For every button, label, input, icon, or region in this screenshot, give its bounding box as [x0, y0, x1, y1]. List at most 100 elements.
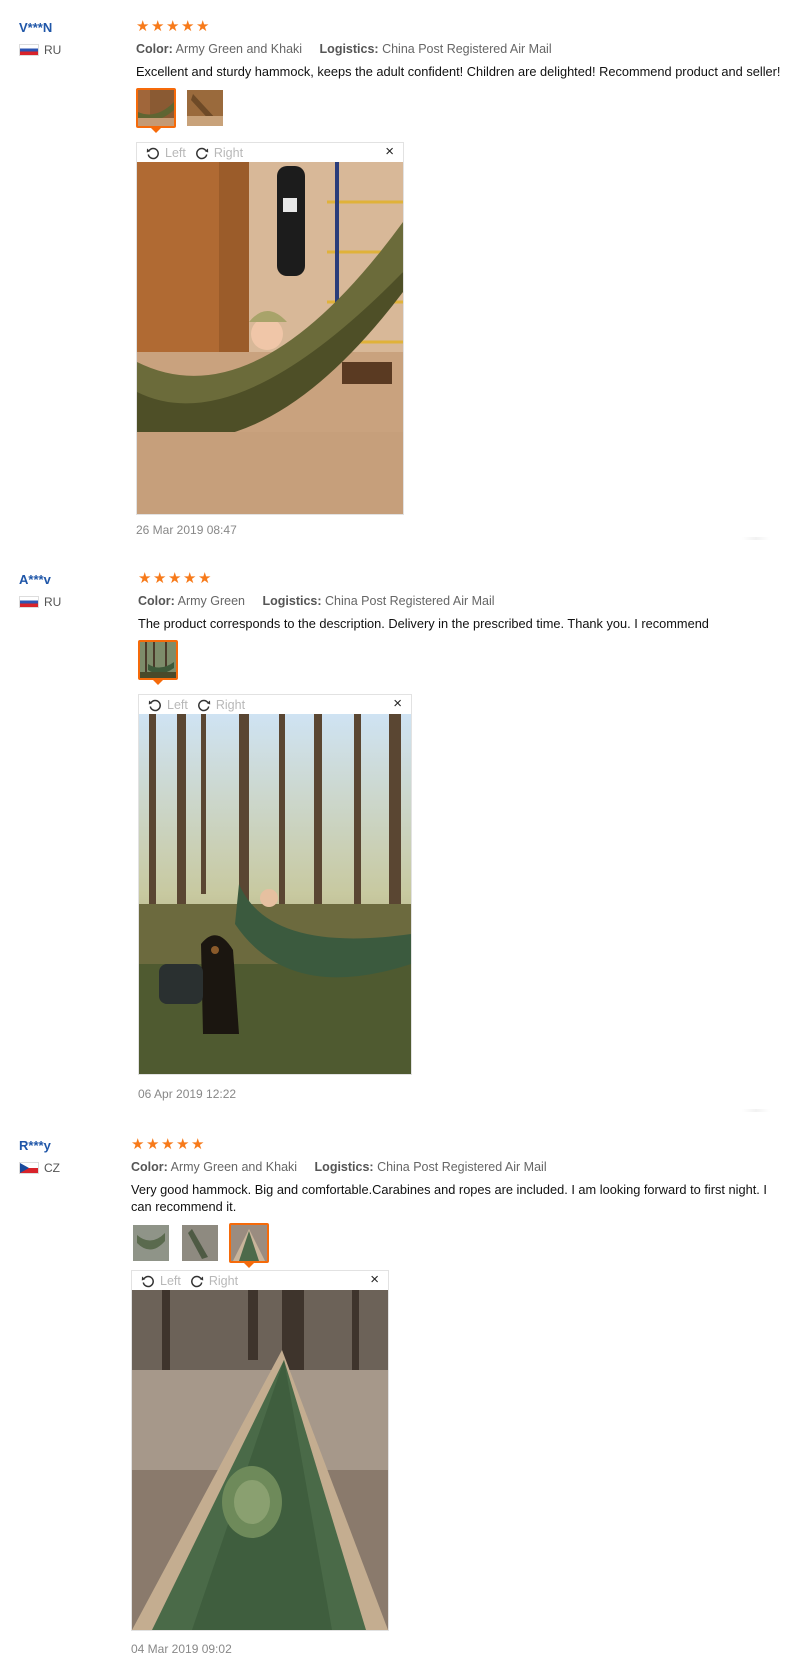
rotate-left-button[interactable]: Left: [148, 698, 188, 712]
star-icon: ★: [196, 18, 210, 35]
czech-flag-icon: [19, 1162, 39, 1174]
rotate-left-label: Left: [160, 1273, 181, 1288]
viewer-toolbar: Left Right ×: [137, 143, 403, 162]
close-icon[interactable]: ×: [393, 696, 402, 712]
star-icon: ★: [151, 18, 165, 35]
country-code: RU: [44, 43, 62, 57]
rotate-right-label: Right: [213, 145, 244, 160]
reviewer-name[interactable]: R***y: [19, 1137, 119, 1155]
review-item: A***v RU ★ ★ ★ ★ ★ Color: Army Green Log…: [0, 570, 800, 1101]
photo-thumbnails: [138, 640, 788, 685]
divider: [742, 537, 770, 540]
viewer-toolbar: Left Right ×: [132, 1271, 388, 1290]
reviewer-name[interactable]: V***N: [19, 19, 119, 37]
rotate-left-label: Left: [167, 697, 188, 712]
star-icon: ★: [161, 1136, 175, 1153]
rotate-left-button[interactable]: Left: [146, 146, 186, 160]
review-content: ★ ★ ★ ★ ★ Color: Army Green Logistics: C…: [138, 570, 788, 685]
rotate-right-icon: [195, 147, 209, 159]
review-date: 06 Apr 2019 12:22: [138, 1087, 237, 1101]
star-icon: ★: [146, 1136, 160, 1153]
logistics-label: Logistics:: [319, 42, 379, 56]
thumbnail-image: [138, 90, 174, 126]
close-icon[interactable]: ×: [385, 144, 394, 160]
reviewer-country: CZ: [19, 1161, 119, 1175]
star-rating: ★ ★ ★ ★ ★: [131, 1137, 786, 1153]
logistics-label: Logistics:: [314, 1160, 374, 1174]
country-code: RU: [44, 595, 62, 609]
logistics-value: China Post Registered Air Mail: [377, 1160, 547, 1174]
rotate-right-button[interactable]: Right: [190, 1274, 238, 1288]
reviewer-name[interactable]: A***v: [19, 571, 119, 589]
review-photo[interactable]: [132, 1290, 388, 1630]
rotate-left-icon: [141, 1275, 154, 1287]
color-value: Army Green and Khaki: [175, 42, 303, 56]
close-icon[interactable]: ×: [370, 1272, 379, 1288]
review-item: R***y CZ ★ ★ ★ ★ ★ Color: Army Green and…: [0, 1137, 800, 1677]
russia-flag-icon: [19, 596, 39, 608]
photo-viewer: Left Right ×: [138, 694, 412, 1075]
logistics-label: Logistics:: [262, 594, 322, 608]
photo-viewer: Left Right ×: [131, 1270, 389, 1631]
rotate-left-icon: [148, 699, 161, 711]
color-value: Army Green: [177, 594, 245, 608]
order-attributes: Color: Army Green Logistics: China Post …: [138, 593, 788, 609]
review-date: 04 Mar 2019 09:02: [131, 1642, 232, 1656]
star-icon: ★: [153, 570, 167, 587]
rotate-right-button[interactable]: Right: [197, 698, 245, 712]
review-text: The product corresponds to the descripti…: [138, 616, 709, 631]
divider: [742, 1109, 770, 1112]
rotate-right-label: Right: [208, 1273, 239, 1288]
star-icon: ★: [168, 570, 182, 587]
photo-thumbnail[interactable]: [138, 640, 178, 685]
country-code: CZ: [44, 1161, 60, 1175]
order-attributes: Color: Army Green and Khaki Logistics: C…: [131, 1159, 786, 1175]
star-icon: ★: [136, 18, 150, 35]
color-label: Color:: [136, 42, 173, 56]
order-attributes: Color: Army Green and Khaki Logistics: C…: [136, 41, 786, 57]
photo-thumbnails: [136, 88, 786, 133]
photo-thumbnails: [131, 1223, 786, 1268]
thumbnail-image: [231, 1225, 267, 1261]
rotate-left-icon: [146, 147, 159, 159]
logistics-value: China Post Registered Air Mail: [382, 42, 552, 56]
star-icon: ★: [138, 570, 152, 587]
review-photo[interactable]: [137, 162, 403, 514]
thumbnail-image: [140, 642, 176, 678]
photo-thumbnail[interactable]: [229, 1223, 269, 1268]
star-icon: ★: [176, 1136, 190, 1153]
star-rating: ★ ★ ★ ★ ★: [136, 19, 786, 35]
reviewer-info: V***N RU: [19, 19, 119, 57]
photo-thumbnail[interactable]: [185, 88, 225, 128]
photo-thumbnail[interactable]: [136, 88, 176, 133]
rotate-right-icon: [197, 699, 211, 711]
rotate-right-button[interactable]: Right: [195, 146, 243, 160]
logistics-value: China Post Registered Air Mail: [325, 594, 495, 608]
star-icon: ★: [198, 570, 212, 587]
review-photo[interactable]: [139, 714, 411, 1074]
photo-thumbnail[interactable]: [180, 1223, 220, 1263]
reviewer-info: R***y CZ: [19, 1137, 119, 1175]
reviewer-country: RU: [19, 43, 119, 57]
rotate-left-button[interactable]: Left: [141, 1274, 181, 1288]
photo-thumbnail[interactable]: [131, 1223, 171, 1263]
reviewer-info: A***v RU: [19, 571, 119, 609]
russia-flag-icon: [19, 44, 39, 56]
reviewer-country: RU: [19, 595, 119, 609]
photo-viewer: Left Right ×: [136, 142, 404, 515]
color-value: Army Green and Khaki: [170, 1160, 298, 1174]
review-content: ★ ★ ★ ★ ★ Color: Army Green and Khaki Lo…: [131, 1137, 786, 1268]
star-icon: ★: [191, 1136, 205, 1153]
thumbnail-image: [187, 90, 223, 126]
star-icon: ★: [166, 18, 180, 35]
viewer-toolbar: Left Right ×: [139, 695, 411, 714]
review-date: 26 Mar 2019 08:47: [136, 523, 237, 537]
star-icon: ★: [181, 18, 195, 35]
review-item: V***N RU ★ ★ ★ ★ ★ Color: Army Green and…: [0, 19, 800, 539]
review-text: Excellent and sturdy hammock, keeps the …: [136, 64, 781, 79]
star-icon: ★: [183, 570, 197, 587]
thumbnail-image: [182, 1225, 218, 1261]
color-label: Color:: [131, 1160, 168, 1174]
star-icon: ★: [131, 1136, 145, 1153]
review-content: ★ ★ ★ ★ ★ Color: Army Green and Khaki Lo…: [136, 19, 786, 133]
